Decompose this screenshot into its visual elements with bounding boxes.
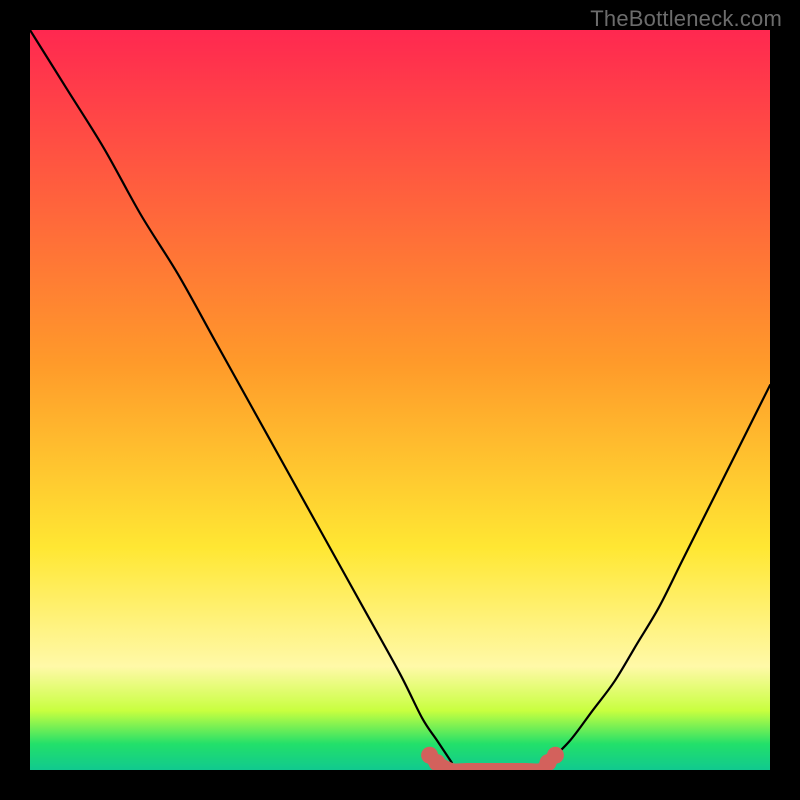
plot-area bbox=[30, 30, 770, 770]
chart-container: TheBottleneck.com bbox=[0, 0, 800, 800]
flat-dot bbox=[547, 747, 564, 764]
right-curve bbox=[548, 385, 770, 762]
watermark-text: TheBottleneck.com bbox=[590, 6, 782, 32]
curves-layer bbox=[30, 30, 770, 770]
left-curve bbox=[30, 30, 452, 763]
